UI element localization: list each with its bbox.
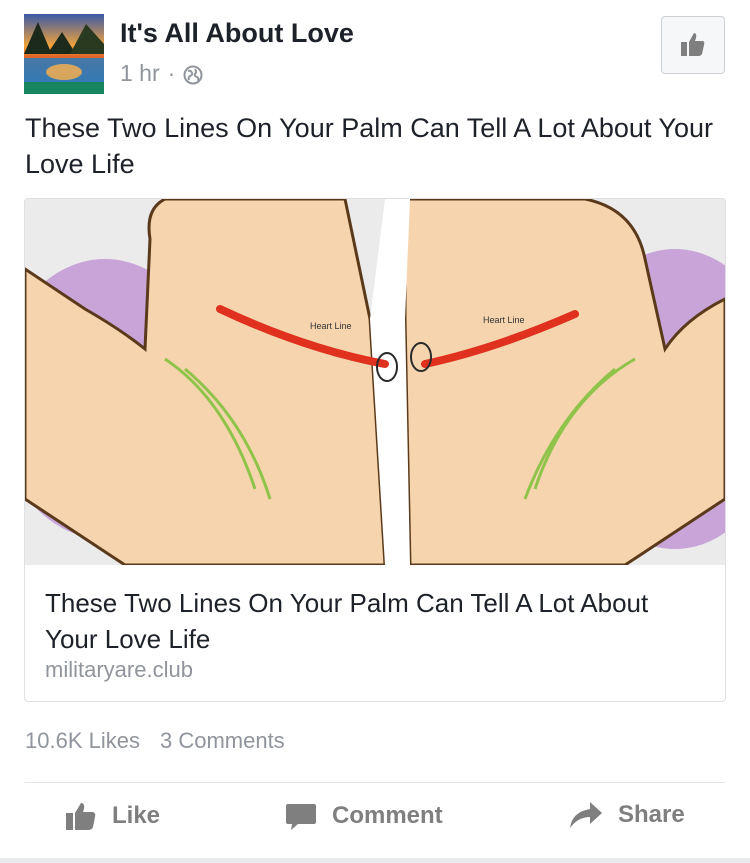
right-heart-line-label: Heart Line xyxy=(483,315,525,325)
link-preview-card[interactable]: Heart Line Heart Line These Two Lines On… xyxy=(24,198,726,702)
post-header: It's All About Love 1 hr · xyxy=(0,0,750,100)
post-message: These Two Lines On Your Palm Can Tell A … xyxy=(25,113,713,179)
left-heart-line-label: Heart Line xyxy=(310,321,352,331)
link-preview-image[interactable]: Heart Line Heart Line xyxy=(25,199,725,567)
engagement-stats: 10.6K Likes 3 Comments xyxy=(25,728,285,754)
thumbs-up-icon xyxy=(66,803,96,830)
share-label: Share xyxy=(618,801,685,828)
comments-count[interactable]: 3 Comments xyxy=(160,728,285,754)
comment-label: Comment xyxy=(332,802,443,829)
post-meta: 1 hr · xyxy=(120,60,203,87)
like-button[interactable]: Like xyxy=(64,800,160,832)
like-page-button[interactable] xyxy=(661,16,725,74)
share-arrow-icon xyxy=(570,802,602,828)
likes-count[interactable]: 10.6K Likes xyxy=(25,728,140,754)
globe-icon xyxy=(183,64,203,84)
divider xyxy=(25,782,725,783)
like-label: Like xyxy=(112,802,161,829)
share-button[interactable]: Share xyxy=(568,800,685,830)
bottom-separator xyxy=(0,858,750,863)
thumbs-up-icon xyxy=(681,33,705,56)
post-time[interactable]: 1 hr xyxy=(120,60,160,87)
page-name[interactable]: It's All About Love xyxy=(120,18,354,49)
comment-bubble-icon xyxy=(286,804,316,830)
action-bar: Like Comment Share xyxy=(0,800,750,846)
comment-button[interactable]: Comment xyxy=(284,800,443,832)
meta-separator: · xyxy=(167,60,176,86)
page-avatar[interactable] xyxy=(24,14,104,94)
link-domain: militaryare.club xyxy=(45,657,193,682)
link-title[interactable]: These Two Lines On Your Palm Can Tell A … xyxy=(45,585,705,657)
